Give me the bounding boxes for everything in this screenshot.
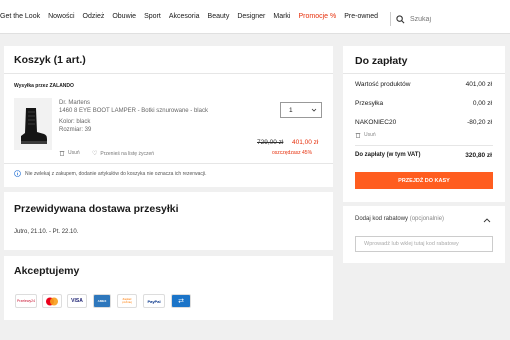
product-image[interactable]	[14, 98, 52, 150]
nav-item-akcesoria[interactable]: Akcesoria	[169, 13, 200, 20]
savings-text: oszczędzasz 45%	[272, 150, 313, 156]
remove-label: Usuń	[68, 150, 80, 156]
cash-on-delivery-icon: ⇄	[171, 294, 191, 308]
coupon-input[interactable]: Wprowadź lub wklej tutaj kod rabatowy	[355, 236, 493, 252]
paypal-label: PayPal	[147, 298, 161, 304]
search-icon	[396, 14, 405, 23]
paypal-icon: PayPal	[143, 294, 165, 308]
product-size: Rozmiar: 39	[59, 127, 92, 133]
products-value-label: Wartość produktów	[355, 81, 411, 88]
shipping-label: Przesyłka	[355, 100, 384, 107]
checkout-button[interactable]: PRZEJDŹ DO KASY	[355, 172, 493, 189]
discount-code-label: NAKONIEC20	[355, 119, 397, 126]
nav-item-promocje[interactable]: Promocje %	[298, 13, 336, 20]
old-price: 729,00 zł	[257, 139, 284, 146]
visa-label: VISA	[71, 298, 83, 304]
summary-title: Do zapłaty	[355, 55, 408, 67]
amex-icon: AMEX	[93, 294, 111, 308]
delivery-card	[4, 192, 333, 250]
nav-item-beauty[interactable]: Beauty	[208, 13, 230, 20]
przelewy24-icon: Przelewy24	[15, 294, 37, 308]
chevron-down-icon	[311, 108, 317, 112]
product-color: Kolor: black	[59, 119, 91, 125]
quantity-select[interactable]: 1	[280, 102, 322, 118]
nav-item-sport[interactable]: Sport	[144, 13, 161, 20]
mastercard-logo	[46, 297, 58, 305]
coupon-card	[343, 206, 505, 263]
shipping-value: 0,00 zł	[472, 100, 492, 107]
search-bar[interactable]	[390, 12, 510, 26]
remove-code-link[interactable]: Usuń	[355, 132, 376, 138]
cash-on-delivery-glyph: ⇄	[178, 298, 184, 305]
summary-divider	[343, 73, 505, 74]
wishlist-link[interactable]: ♡ Przenieś na listę życzeń	[92, 150, 155, 158]
product-name[interactable]: 1460 8 EYE BOOT LAMPER - Botki sznurowan…	[59, 108, 208, 114]
amex-label: AMEX	[97, 299, 107, 303]
nav-item-get-the-look[interactable]: Get the Look	[0, 13, 40, 20]
przelewy24-label: Przelewy24	[16, 299, 36, 303]
pay-later-icon: Zapłać później	[117, 294, 137, 308]
cart-divider	[4, 73, 333, 74]
product-brand[interactable]: Dr. Martens	[59, 100, 90, 106]
remove-item-link[interactable]: Usuń	[59, 150, 80, 156]
reserve-note: Nie zwlekaj z zakupem, dodanie artykułów…	[14, 170, 206, 177]
info-icon	[14, 170, 21, 177]
nav-item-odziez[interactable]: Odzież	[83, 13, 105, 20]
chevron-up-icon[interactable]	[483, 217, 491, 223]
coupon-label-text: Dodaj kod rabatowy	[355, 216, 409, 222]
nav-item-obuwie[interactable]: Obuwie	[112, 13, 136, 20]
visa-icon: VISA	[67, 294, 87, 308]
delivery-range: Jutro, 21.10. - Pt. 22.10.	[14, 229, 79, 235]
reserve-note-text: Nie zwlekaj z zakupem, dodanie artykułów…	[25, 170, 207, 177]
wishlist-label: Przenieś na listę życzeń	[100, 150, 155, 157]
nav-item-marki[interactable]: Marki	[273, 13, 290, 20]
payment-title: Akceptujemy	[14, 265, 80, 277]
shipping-by: Wysyłka przez ZALANDO	[14, 83, 74, 89]
coupon-label[interactable]: Dodaj kod rabatowy (opcjonalnie)	[355, 216, 444, 222]
quantity-value: 1	[289, 106, 293, 114]
search-input[interactable]	[410, 15, 500, 23]
nav-item-pre-owned[interactable]: Pre-owned	[344, 13, 378, 20]
nav-item-designer[interactable]: Designer	[237, 13, 265, 20]
summary-divider-2	[355, 145, 493, 146]
sale-price: 401,00 zł	[292, 139, 319, 146]
discount-value: -80,20 zł	[467, 119, 492, 126]
products-value: 401,00 zł	[465, 81, 492, 88]
coupon-optional: (opcjonalnie)	[409, 216, 445, 222]
nav-item-nowosci[interactable]: Nowości	[48, 13, 74, 20]
total-value: 320,80 zł	[465, 152, 492, 159]
heart-icon: ♡	[92, 151, 98, 157]
trash-icon	[355, 132, 361, 138]
delivery-title: Przewidywana dostawa przesyłki	[14, 203, 179, 215]
remove-code-label: Usuń	[364, 132, 376, 138]
total-label: Do zapłaty (w tym VAT)	[355, 152, 421, 158]
pay-later-label: Zapłać później	[122, 297, 132, 304]
trash-icon	[59, 150, 65, 156]
boot-image	[21, 108, 47, 144]
cart-divider-2	[4, 163, 333, 164]
mastercard-icon	[42, 294, 62, 308]
cart-title: Koszyk (1 art.)	[14, 54, 86, 66]
